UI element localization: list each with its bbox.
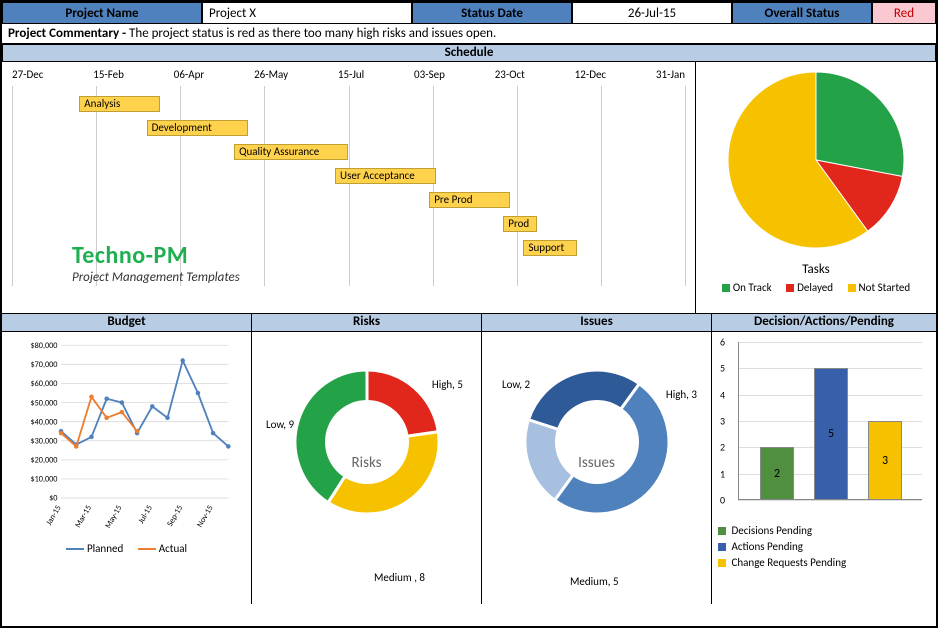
svg-text:Nov-15: Nov-15 xyxy=(195,504,216,530)
svg-text:Jan-15: Jan-15 xyxy=(44,504,63,528)
tasks-pie xyxy=(696,62,936,258)
gantt-bar: Quality Assurance xyxy=(234,144,348,160)
commentary: Project Commentary - The project status … xyxy=(2,24,936,44)
issues-chart: Issues High, 3 Medium, 5 Low, 2 xyxy=(482,332,711,604)
status-date-label: Status Date xyxy=(412,2,572,24)
svg-text:$80,000: $80,000 xyxy=(31,341,58,351)
risks-low-label: Low, 9 xyxy=(266,418,294,431)
gantt-tick: 15-Feb xyxy=(93,68,124,82)
legend-delayed: Delayed xyxy=(786,281,833,294)
svg-text:Jul-15: Jul-15 xyxy=(136,504,154,526)
bottom-row: Budget $0 $10,000 $20,000 $30,000 $40,000 $50… xyxy=(2,314,936,604)
schedule-title: Schedule xyxy=(2,44,936,62)
svg-text:$50,000: $50,000 xyxy=(31,398,58,408)
legend-actions: Actions Pending xyxy=(718,540,930,553)
issues-med-label: Medium, 5 xyxy=(570,575,619,588)
svg-text:$0: $0 xyxy=(49,494,57,504)
brand: Techno-PM Project Management Templates xyxy=(72,241,240,285)
gantt-tick: 27-Dec xyxy=(12,68,43,82)
svg-text:$30,000: $30,000 xyxy=(31,436,58,446)
dashboard: Project Name Project X Status Date 26-Ju… xyxy=(0,0,938,628)
tasks-legend: On Track Delayed Not Started xyxy=(696,281,936,294)
gantt-axis: 27-Dec 15-Feb 06-Apr 26-May 15-Jul 03-Sep 23-O… xyxy=(2,68,695,82)
risks-center: Risks xyxy=(352,454,382,472)
issues-donut xyxy=(488,338,706,548)
issues-center: Issues xyxy=(578,454,615,472)
tasks-title: Tasks xyxy=(696,262,936,277)
legend-planned: Planned xyxy=(66,542,123,555)
dap-chart: 0123456253 Decisions Pending Actions Pen… xyxy=(712,332,936,604)
budget-line-chart: $0 $10,000 $20,000 $30,000 $40,000 $50,000 $60… xyxy=(8,338,245,538)
issues-low-label: Low, 2 xyxy=(502,378,530,391)
dap-bar-chart: 0123456253 xyxy=(718,338,930,518)
dap-legend: Decisions Pending Actions Pending Change… xyxy=(718,524,930,569)
project-name-label: Project Name xyxy=(2,2,202,24)
gantt-tick: 31-Jan xyxy=(656,68,685,82)
gantt-bar: Prod xyxy=(503,216,537,232)
dap-panel: Decision/Actions/Pending 0123456253 Deci… xyxy=(712,314,936,604)
issues-panel: Issues Issues High, 3 Medium, 5 Low, 2 xyxy=(482,314,712,604)
gantt-tick: 03-Sep xyxy=(414,68,445,82)
commentary-text: The project status is red as there too m… xyxy=(129,26,496,41)
schedule-row: 27-Dec 15-Feb 06-Apr 26-May 15-Jul 03-Sep 23-O… xyxy=(2,62,936,314)
risks-chart: Risks High, 5 Medium , 8 Low, 9 xyxy=(252,332,481,604)
risks-high-label: High, 5 xyxy=(432,378,463,391)
gantt-bar: Support xyxy=(523,240,577,256)
legend-on-track: On Track xyxy=(722,281,772,294)
legend-actual: Actual xyxy=(138,542,187,555)
svg-text:$10,000: $10,000 xyxy=(31,475,58,485)
svg-text:Sep-15: Sep-15 xyxy=(165,504,185,529)
issues-high-label: High, 3 xyxy=(666,388,697,401)
legend-decisions: Decisions Pending xyxy=(718,524,930,537)
status-date-value: 26-Jul-15 xyxy=(572,2,732,24)
overall-status-value: Red xyxy=(872,2,936,24)
gantt-tick: 26-May xyxy=(254,68,288,82)
svg-text:$60,000: $60,000 xyxy=(31,379,58,389)
gantt-bar: Pre Prod xyxy=(429,192,510,208)
gantt-tick: 06-Apr xyxy=(174,68,205,82)
project-name-value: Project X xyxy=(202,2,412,24)
header-row: Project Name Project X Status Date 26-Ju… xyxy=(2,2,936,24)
overall-status-label: Overall Status xyxy=(732,2,872,24)
risks-title: Risks xyxy=(252,314,481,332)
svg-text:$40,000: $40,000 xyxy=(31,417,58,427)
gantt-bar: Analysis xyxy=(79,96,160,112)
risks-donut xyxy=(258,338,476,548)
legend-changes: Change Requests Pending xyxy=(718,556,930,569)
svg-text:$20,000: $20,000 xyxy=(31,456,58,466)
gantt-bar: User Acceptance xyxy=(335,168,436,184)
gantt-tick: 12-Dec xyxy=(575,68,606,82)
budget-legend: Planned Actual xyxy=(8,542,245,555)
risks-panel: Risks Risks High, 5 Medium , 8 Low, 9 xyxy=(252,314,482,604)
budget-chart: $0 $10,000 $20,000 $30,000 $40,000 $50,000 $60… xyxy=(2,332,251,604)
gantt-tick: 15-Jul xyxy=(338,68,364,82)
issues-title: Issues xyxy=(482,314,711,332)
budget-title: Budget xyxy=(2,314,251,332)
gantt-bar: Development xyxy=(147,120,248,136)
legend-not-started: Not Started xyxy=(848,281,911,294)
brand-name: Techno-PM xyxy=(72,241,240,270)
svg-text:May-15: May-15 xyxy=(103,504,124,531)
brand-tagline: Project Management Templates xyxy=(72,270,240,285)
gantt-chart: 27-Dec 15-Feb 06-Apr 26-May 15-Jul 03-Sep 23-O… xyxy=(2,62,696,313)
budget-panel: Budget $0 $10,000 $20,000 $30,000 $40,000 $50… xyxy=(2,314,252,604)
tasks-pie-panel: Tasks On Track Delayed Not Started xyxy=(696,62,936,313)
risks-med-label: Medium , 8 xyxy=(374,571,425,584)
commentary-label: Project Commentary - xyxy=(8,26,129,41)
svg-text:Mar-15: Mar-15 xyxy=(73,504,94,530)
svg-text:$70,000: $70,000 xyxy=(31,360,58,370)
gantt-tick: 23-Oct xyxy=(495,68,525,82)
dap-title: Decision/Actions/Pending xyxy=(712,314,936,332)
